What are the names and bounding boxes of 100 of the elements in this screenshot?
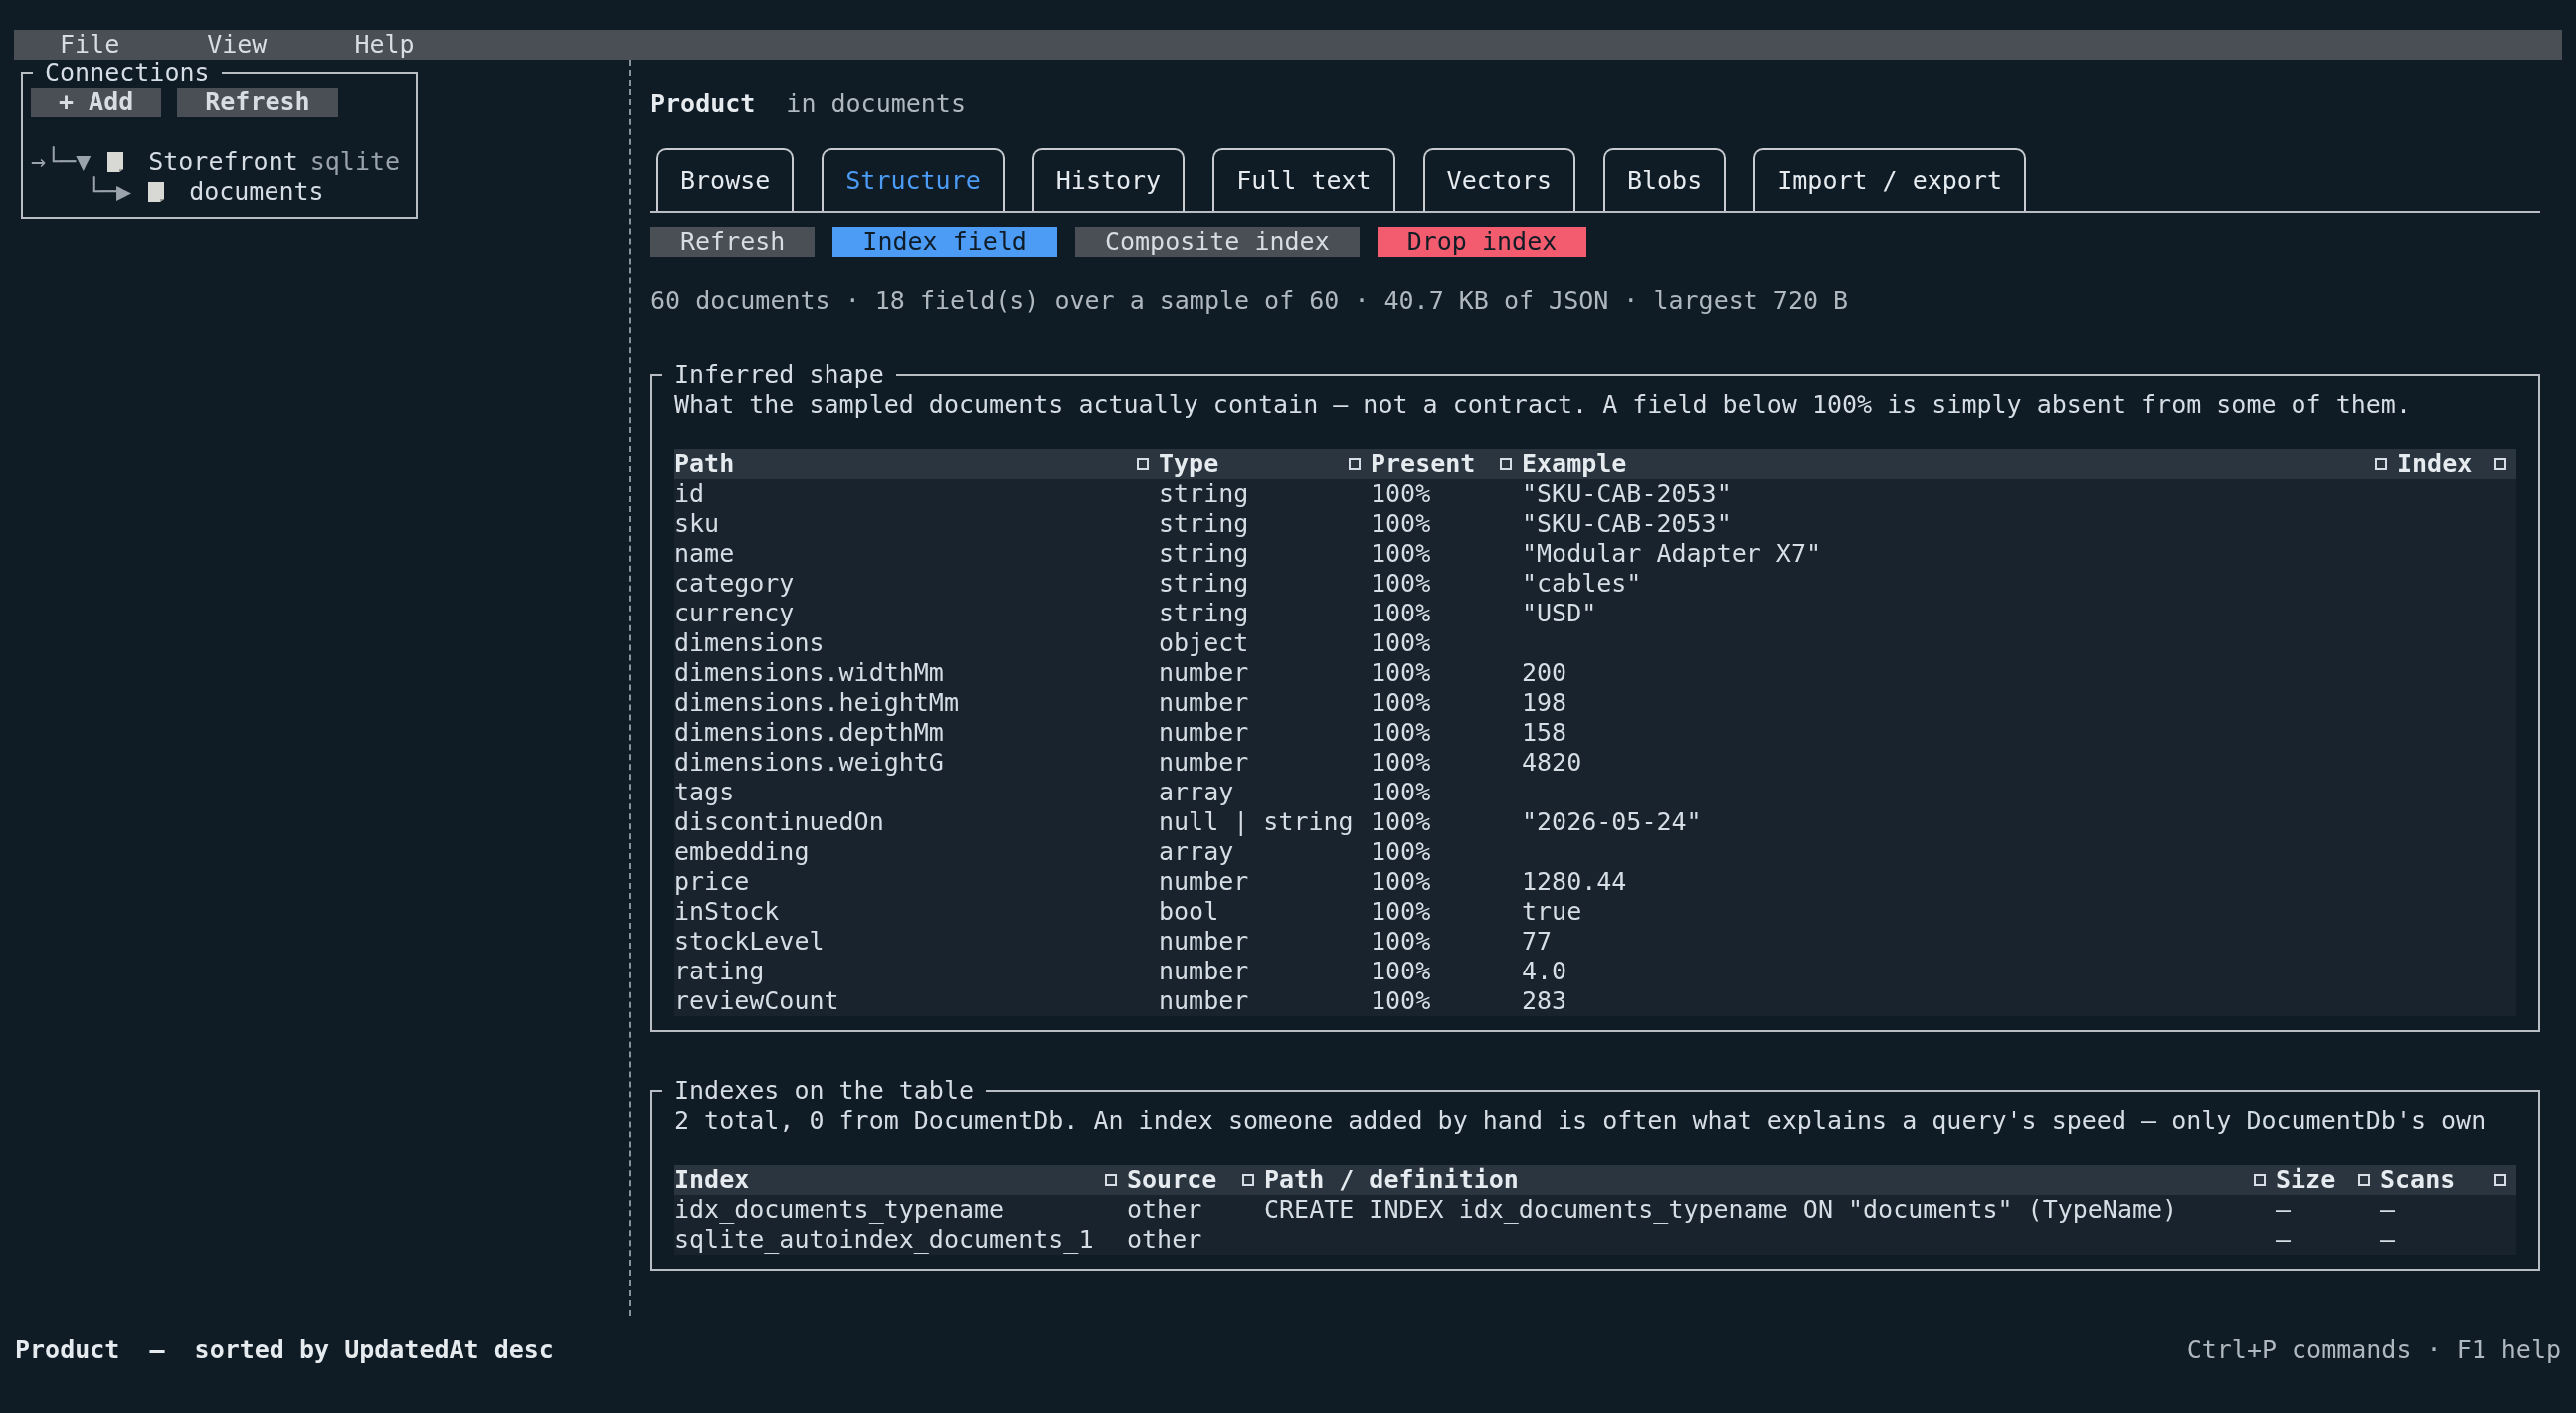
column-header[interactable]: Size [2276,1165,2380,1195]
table-cell: CREATE INDEX idx_documents_typename ON "documents" (TypeName) [1264,1195,2178,1224]
action-button[interactable]: Drop index [1377,227,1587,257]
tree-item[interactable]: documents [189,177,324,207]
summary-text: 60 documents · 18 field(s) over a sample of 60 · 40.7 KB of JSON · largest 720 B [650,286,1850,316]
table-cell: array [1159,778,1234,806]
table-cell: 4820 [1522,748,1582,777]
column-marker-icon[interactable] [1137,458,1149,470]
table-cell: dimensions [674,628,825,657]
table-cell: 77 [1522,927,1553,956]
table-cell: 198 [1522,688,1567,717]
table-cell: number [1159,867,1249,896]
column-marker-icon[interactable] [2494,1174,2506,1186]
table-cell: 1280.44 [1522,867,1627,896]
table-cell: 100% [1371,778,1431,806]
table-cell: null | string [1159,807,1354,836]
table-cell: number [1159,658,1249,687]
action-button[interactable]: Index field [832,227,1057,257]
table-cell: 100% [1371,897,1431,926]
menu-item[interactable]: View [207,30,268,60]
table-cell: 100% [1371,599,1431,627]
table-cell: dimensions.widthMm [674,658,944,687]
table-cell: "Modular Adapter X7" [1522,539,1822,568]
table-cell: string [1159,479,1249,508]
table-cell: string [1159,569,1249,598]
table-cell: 100% [1371,927,1431,956]
table-cell: 100% [1371,718,1431,747]
column-header[interactable]: Example [1522,449,2397,479]
table-cell: embedding [674,837,810,866]
table-cell: 100% [1371,569,1431,598]
table-cell: name [674,539,735,568]
column-header[interactable]: Index [2397,449,2516,479]
table-cell: "USD" [1522,599,1597,627]
table-cell: rating [674,957,765,985]
table-cell: 4.0 [1522,957,1567,985]
action-button[interactable]: Refresh [650,227,816,257]
tree-item[interactable]: Storefront [148,147,298,177]
column-marker-icon[interactable] [1242,1174,1254,1186]
tab[interactable]: Import / export [1753,148,2026,211]
column-marker-icon[interactable] [2358,1174,2370,1186]
table-cell: — [2276,1195,2292,1224]
table-cell: id [674,479,705,508]
table-cell: 100% [1371,658,1431,687]
table-cell: 100% [1371,509,1431,538]
table-cell: 100% [1371,628,1431,657]
tab[interactable]: Browse [656,148,795,211]
table-cell: "SKU-CAB-2053" [1522,479,1732,508]
tab[interactable]: Full text [1212,148,1395,211]
tab[interactable]: Structure [822,148,1005,211]
table-cell: "2026-05-24" [1522,807,1702,836]
table-cell: — [2380,1195,2396,1224]
column-header[interactable]: Path / definition [1264,1165,2276,1195]
menu-item[interactable]: Help [354,30,415,60]
menu-item[interactable]: File [60,30,120,60]
page-subtitle: in documents [786,89,966,119]
table-cell: 200 [1522,658,1567,687]
table-cell: number [1159,748,1249,777]
table-cell: string [1159,509,1249,538]
table-cell: category [674,569,795,598]
panel-title: Inferred shape [673,360,885,390]
status-text: Product — sorted by UpdatedAt desc [15,1335,554,1365]
column-marker-icon[interactable] [1349,458,1361,470]
tab[interactable]: Vectors [1422,148,1575,211]
column-marker-icon[interactable] [2254,1174,2266,1186]
tab[interactable]: History [1031,148,1186,211]
table-cell: 283 [1522,986,1567,1015]
column-marker-icon[interactable] [2375,458,2387,470]
table-cell: other [1127,1225,1202,1254]
table-cell: tags [674,778,735,806]
action-button[interactable]: Composite index [1074,227,1360,257]
column-marker-icon[interactable] [1105,1174,1117,1186]
table-cell: discontinuedOn [674,807,884,836]
table-cell: 100% [1371,957,1431,985]
panel-description: 2 total, 0 from DocumentDb. An index someone added by hand is often what explains a query's speed — only DocumentDb's own [674,1106,2487,1136]
table-cell: number [1159,688,1249,717]
table-cell: number [1159,718,1249,747]
table-cell: 100% [1371,479,1431,508]
column-header[interactable]: Path [674,449,1159,479]
column-header[interactable]: Index [674,1165,1127,1195]
table-cell: 100% [1371,986,1431,1015]
toolbar-button[interactable]: + Add [31,88,162,117]
table-cell: number [1159,986,1249,1015]
table-cell: dimensions.heightMm [674,688,959,717]
table-cell: true [1522,897,1582,926]
column-marker-icon[interactable] [1500,458,1512,470]
table-cell: 100% [1371,688,1431,717]
table-cell: "cables" [1522,569,1642,598]
column-marker-icon[interactable] [2494,458,2506,470]
column-header[interactable]: Type [1159,449,1371,479]
table-cell: 100% [1371,539,1431,568]
table-cell: reviewCount [674,986,839,1015]
table-cell: price [674,867,750,896]
status-hint: Ctrl+P commands · F1 help [2186,1335,2561,1365]
column-header[interactable]: Scans [2380,1165,2516,1195]
table-cell: number [1159,927,1249,956]
column-header[interactable]: Present [1371,449,1522,479]
toolbar-button[interactable]: Refresh [177,88,338,117]
table-cell: currency [674,599,795,627]
tab[interactable]: Blobs [1602,148,1727,211]
column-header[interactable]: Source [1127,1165,1264,1195]
